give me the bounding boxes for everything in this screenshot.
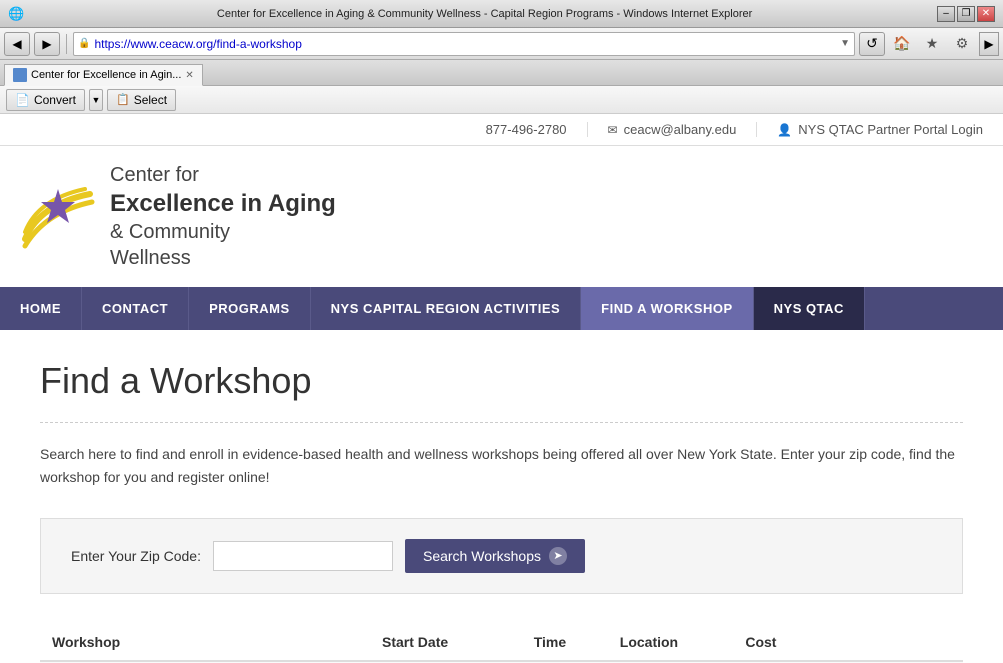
nav-capital-region[interactable]: NYS CAPITAL REGION ACTIVITIES <box>311 287 582 330</box>
email-contact[interactable]: ✉ ceacw@albany.edu <box>588 122 758 137</box>
logo-area: Center for Excellence in Aging & Communi… <box>20 162 336 271</box>
back-button[interactable]: ◀ <box>4 32 30 56</box>
main-nav: HOME CONTACT PROGRAMS NYS CAPITAL REGION… <box>0 287 1003 330</box>
refresh-button[interactable]: ↺ <box>859 32 885 56</box>
zip-label: Enter Your Zip Code: <box>71 548 201 564</box>
sidebar-expand-button[interactable]: ▶ <box>979 32 999 56</box>
page-content: 877-496-2780 ✉ ceacw@albany.edu 👤 NYS QT… <box>0 114 1003 663</box>
logo-line2: Excellence in Aging <box>110 188 336 219</box>
search-arrow-icon: ➤ <box>549 547 567 565</box>
workshop-table: Workshop Start Date Time Location Cost W… <box>40 624 963 663</box>
nav-home[interactable]: HOME <box>0 287 82 330</box>
user-icon: 👤 <box>777 123 792 137</box>
tab-bar: Center for Excellence in Agin... ✕ <box>0 60 1003 86</box>
site-header: Center for Excellence in Aging & Communi… <box>0 146 1003 287</box>
address-bar-text: https://www.ceacw.org/find-a-workshop <box>94 37 840 51</box>
phone-contact: 877-496-2780 <box>466 122 588 137</box>
browser-title-bar: 🌐 Center for Excellence in Aging & Commu… <box>0 0 1003 28</box>
col-time: Time <box>522 624 608 661</box>
top-contact-bar: 877-496-2780 ✉ ceacw@albany.edu 👤 NYS QT… <box>0 114 1003 146</box>
portal-label: NYS QTAC Partner Portal Login <box>798 122 983 137</box>
minimize-button[interactable]: – <box>937 6 955 22</box>
page-body: Find a Workshop Search here to find and … <box>0 330 1003 663</box>
pdf-icon: 📄 <box>15 93 30 107</box>
page-divider <box>40 422 963 423</box>
nav-nys-qtac[interactable]: NYS QTAC <box>754 287 865 330</box>
logo-graphic <box>20 184 100 249</box>
logo-swoosh-svg <box>20 184 100 249</box>
phone-number: 877-496-2780 <box>486 122 567 137</box>
active-tab[interactable]: Center for Excellence in Agin... ✕ <box>4 64 203 86</box>
page-title: Find a Workshop <box>40 360 963 402</box>
zip-input[interactable] <box>213 541 393 571</box>
browser-toolbar: ◀ ▶ 🔒 https://www.ceacw.org/find-a-works… <box>0 28 1003 60</box>
convert-label: Convert <box>34 93 76 107</box>
browser-title: Center for Excellence in Aging & Communi… <box>32 8 937 20</box>
email-address: ceacw@albany.edu <box>624 122 737 137</box>
tab-label: Center for Excellence in Agin... <box>31 69 181 81</box>
address-bar-icon: 🔒 <box>78 38 90 49</box>
col-location: Location <box>608 624 734 661</box>
col-cost: Cost <box>733 624 827 661</box>
search-workshops-button[interactable]: Search Workshops ➤ <box>405 539 585 573</box>
logo-text: Center for Excellence in Aging & Communi… <box>110 162 336 271</box>
table-header-row: Workshop Start Date Time Location Cost <box>40 624 963 661</box>
search-btn-label: Search Workshops <box>423 548 541 564</box>
home-browser-button[interactable]: 🏠 <box>889 32 915 56</box>
nav-find-workshop[interactable]: FIND A WORKSHOP <box>581 287 753 330</box>
restore-button[interactable]: ❐ <box>957 6 975 22</box>
window-controls[interactable]: – ❐ ✕ <box>937 6 995 22</box>
convert-dropdown-button[interactable]: ▼ <box>89 89 103 111</box>
select-label: Select <box>134 93 167 107</box>
convert-button[interactable]: 📄 Convert <box>6 89 85 111</box>
select-icon: 📋 <box>116 93 130 106</box>
tab-close-button[interactable]: ✕ <box>185 70 193 81</box>
portal-contact[interactable]: 👤 NYS QTAC Partner Portal Login <box>757 122 1003 137</box>
select-button[interactable]: 📋 Select <box>107 89 176 111</box>
favorites-button[interactable]: ★ <box>919 32 945 56</box>
logo-line4: Wellness <box>110 245 336 271</box>
tools-button[interactable]: ⚙ <box>949 32 975 56</box>
col-workshop: Workshop <box>40 624 370 661</box>
logo-line1: Center for <box>110 162 336 188</box>
nav-programs[interactable]: PROGRAMS <box>189 287 311 330</box>
nav-contact[interactable]: CONTACT <box>82 287 189 330</box>
convert-toolbar: 📄 Convert ▼ 📋 Select <box>0 86 1003 114</box>
forward-button[interactable]: ▶ <box>34 32 60 56</box>
email-icon: ✉ <box>608 123 618 137</box>
address-bar[interactable]: 🔒 https://www.ceacw.org/find-a-workshop … <box>73 32 855 56</box>
close-button[interactable]: ✕ <box>977 6 995 22</box>
search-form: Enter Your Zip Code: Search Workshops ➤ <box>40 518 963 594</box>
col-start-date: Start Date <box>370 624 522 661</box>
col-action <box>827 624 963 661</box>
address-dropdown[interactable]: ▼ <box>840 38 850 49</box>
tab-favicon <box>13 68 27 82</box>
intro-text: Search here to find and enroll in eviden… <box>40 443 963 488</box>
logo-line3: & Community <box>110 219 336 245</box>
